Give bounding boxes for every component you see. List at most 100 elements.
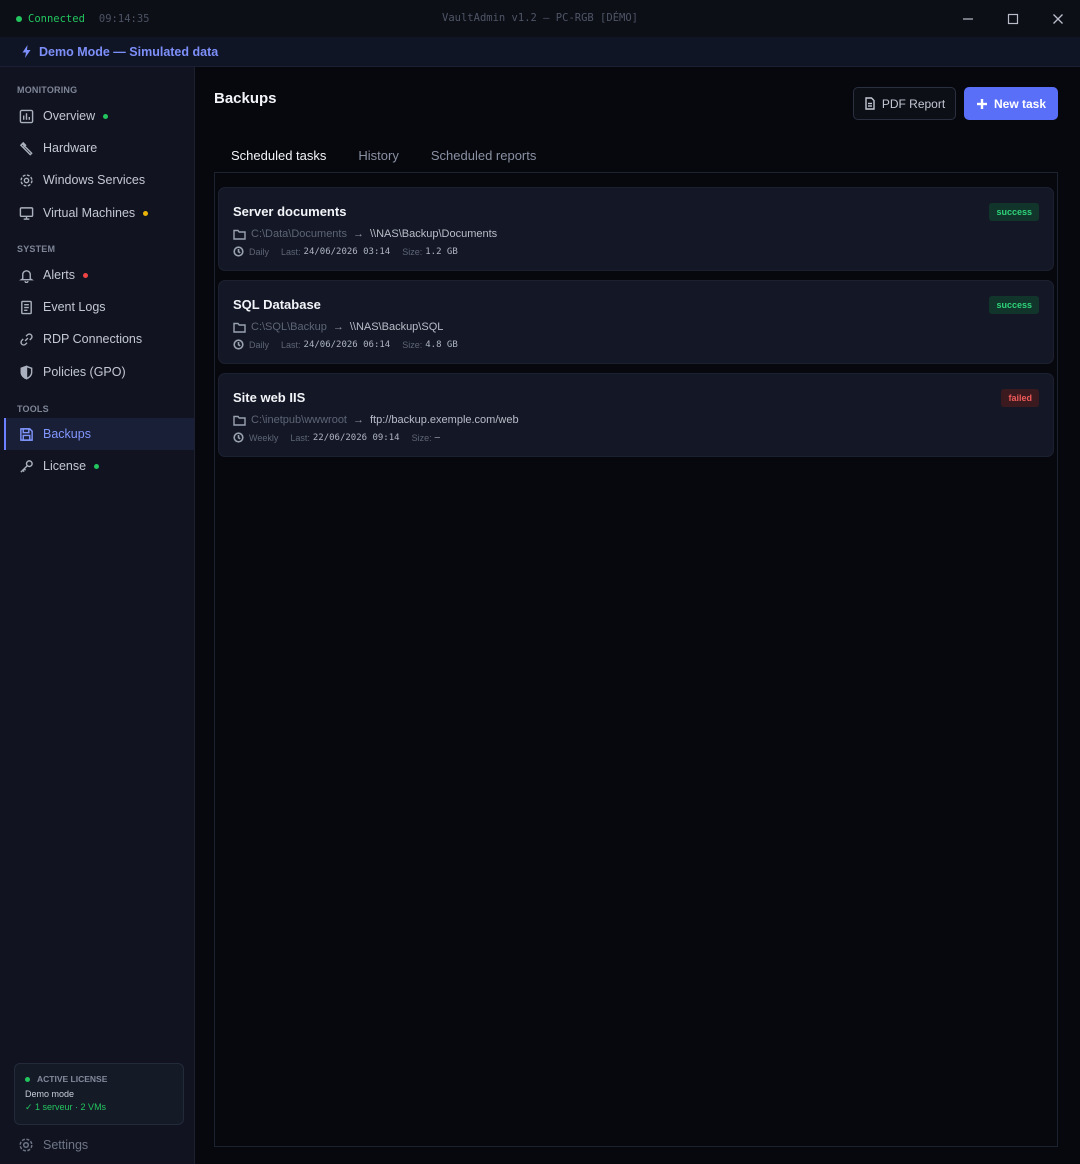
tab-scheduled-reports[interactable]: Scheduled reports — [415, 137, 553, 173]
task-frequency: Daily — [249, 339, 270, 350]
lightning-icon — [22, 45, 31, 58]
sidebar-item-label: Alerts — [43, 268, 75, 282]
sidebar-item-alerts[interactable]: Alerts — [4, 259, 194, 291]
size-label: Size: — [402, 246, 423, 257]
license-card: ACTIVE LICENSE Demo mode ✓ 1 serveur · 2… — [14, 1063, 184, 1125]
task-source: C:\Data\Documents — [251, 228, 347, 240]
status-dot-icon — [16, 15, 22, 22]
close-icon — [1052, 13, 1063, 24]
sidebar-item-label: Overview — [43, 109, 96, 123]
sidebar-item-event-logs[interactable]: Event Logs — [4, 291, 194, 323]
server-icon — [18, 205, 34, 221]
tasks-panel: Server documents success C:\Data\Documen… — [214, 172, 1058, 1147]
task-destination: ftp://backup.exemple.com/web — [370, 414, 519, 426]
arrow-icon: → — [332, 321, 344, 333]
sidebar: MONITORING Overview Hardware Windows Ser… — [0, 67, 195, 1164]
connection-label: Connected — [28, 12, 85, 25]
last-label: Last: — [281, 339, 301, 350]
app-window: Connected 09:14:35 VaultAdmin v1.2 — PC-… — [0, 0, 1080, 1164]
settings-link[interactable]: Settings — [18, 1137, 88, 1153]
gear-icon — [18, 172, 34, 188]
sidebar-item-license[interactable]: License — [4, 450, 194, 482]
pdf-report-label: PDF Report — [881, 96, 946, 111]
new-task-button[interactable]: New task — [964, 87, 1058, 120]
sidebar-item-label: Hardware — [43, 141, 98, 155]
sidebar-item-overview[interactable]: Overview — [4, 100, 194, 132]
task-card[interactable]: Server documents success C:\Data\Documen… — [218, 187, 1054, 271]
pdf-report-button[interactable]: PDF Report — [853, 87, 956, 120]
last-label: Last: — [281, 246, 301, 257]
tab-scheduled-tasks[interactable]: Scheduled tasks — [215, 137, 343, 174]
task-card[interactable]: Site web IIS failed C:\inetpub\wwwroot →… — [218, 373, 1054, 457]
status-dot-icon — [103, 113, 109, 119]
task-frequency: Weekly — [249, 432, 279, 443]
task-frequency: Daily — [249, 246, 270, 257]
task-path: C:\SQL\Backup → \\NAS\Backup\SQL — [233, 321, 443, 333]
task-destination: \\NAS\Backup\SQL — [349, 321, 444, 333]
license-heading-row: ACTIVE LICENSE — [25, 1074, 173, 1084]
sidebar-item-hardware[interactable]: Hardware — [4, 132, 194, 164]
folder-icon — [233, 229, 246, 240]
task-size: 1.2 GB — [425, 246, 458, 257]
bell-icon — [18, 267, 34, 283]
license-detail: ✓ 1 serveur · 2 VMs — [25, 1102, 107, 1112]
maximize-icon — [1007, 13, 1018, 24]
last-label: Last: — [290, 432, 310, 443]
maximize-button[interactable] — [990, 0, 1035, 37]
settings-label: Settings — [43, 1138, 89, 1152]
tab-bar: Scheduled tasks History Scheduled report… — [215, 137, 553, 174]
task-name: Server documents — [233, 204, 347, 219]
clock-icon — [233, 432, 244, 443]
close-button[interactable] — [1035, 0, 1080, 37]
task-source: C:\inetpub\wwwroot — [251, 414, 347, 426]
task-last-run: 24/06/2026 03:14 — [303, 246, 391, 257]
wrench-icon — [18, 140, 34, 156]
save-icon — [18, 426, 34, 442]
clock: 09:14:35 — [98, 12, 150, 25]
sidebar-item-label: Windows Services — [43, 173, 146, 187]
sidebar-item-label: RDP Connections — [43, 332, 143, 346]
task-card[interactable]: SQL Database success C:\SQL\Backup → \\N… — [218, 280, 1054, 364]
minimize-button[interactable] — [945, 0, 990, 37]
sidebar-item-policies[interactable]: Policies (GPO) — [4, 356, 194, 388]
bar-chart-icon — [18, 108, 34, 124]
clock-icon — [233, 339, 244, 350]
task-path: C:\inetpub\wwwroot → ftp://backup.exempl… — [233, 414, 519, 426]
size-label: Size: — [402, 339, 423, 350]
page-title: Backups — [214, 90, 277, 107]
task-last-run: 24/06/2026 06:14 — [303, 339, 391, 350]
task-destination: \\NAS\Backup\Documents — [369, 228, 498, 240]
status-dot-icon — [143, 210, 149, 216]
link-icon — [18, 331, 34, 347]
sidebar-item-rdp-connections[interactable]: RDP Connections — [4, 323, 194, 355]
clock-icon — [233, 246, 244, 257]
task-meta: Daily Last: 24/06/2026 03:14 Size: 1.2 G… — [233, 246, 470, 257]
document-icon — [18, 299, 34, 315]
section-label-tools: TOOLS — [17, 404, 49, 414]
arrow-icon: → — [352, 228, 364, 240]
window-controls — [945, 0, 1080, 37]
task-meta: Weekly Last: 22/06/2026 09:14 Size: — — [233, 432, 452, 443]
gear-icon — [19, 1138, 33, 1152]
connection-status: Connected 09:14:35 — [16, 13, 149, 25]
sidebar-item-label: Event Logs — [43, 300, 106, 314]
sidebar-item-backups[interactable]: Backups — [4, 418, 194, 450]
task-name: Site web IIS — [233, 390, 306, 405]
tab-history[interactable]: History — [342, 137, 414, 173]
main-content: Backups PDF Report New task Scheduled ta… — [195, 67, 1080, 1164]
status-badge: success — [989, 296, 1039, 314]
task-size: 4.8 GB — [425, 339, 458, 350]
sidebar-item-label: License — [43, 459, 87, 473]
task-path: C:\Data\Documents → \\NAS\Backup\Documen… — [233, 228, 497, 240]
task-last-run: 22/06/2026 09:14 — [312, 432, 400, 443]
status-dot-icon — [25, 1076, 30, 1082]
arrow-icon: → — [353, 414, 364, 426]
document-icon — [865, 97, 875, 110]
key-icon — [18, 458, 34, 474]
section-label-system: SYSTEM — [17, 244, 56, 254]
title-bar: Connected 09:14:35 VaultAdmin v1.2 — PC-… — [0, 0, 1080, 37]
task-meta: Daily Last: 24/06/2026 06:14 Size: 4.8 G… — [233, 339, 470, 350]
sidebar-item-virtual-machines[interactable]: Virtual Machines — [4, 197, 194, 229]
sidebar-item-windows-services[interactable]: Windows Services — [4, 164, 194, 196]
plus-icon — [976, 98, 987, 109]
